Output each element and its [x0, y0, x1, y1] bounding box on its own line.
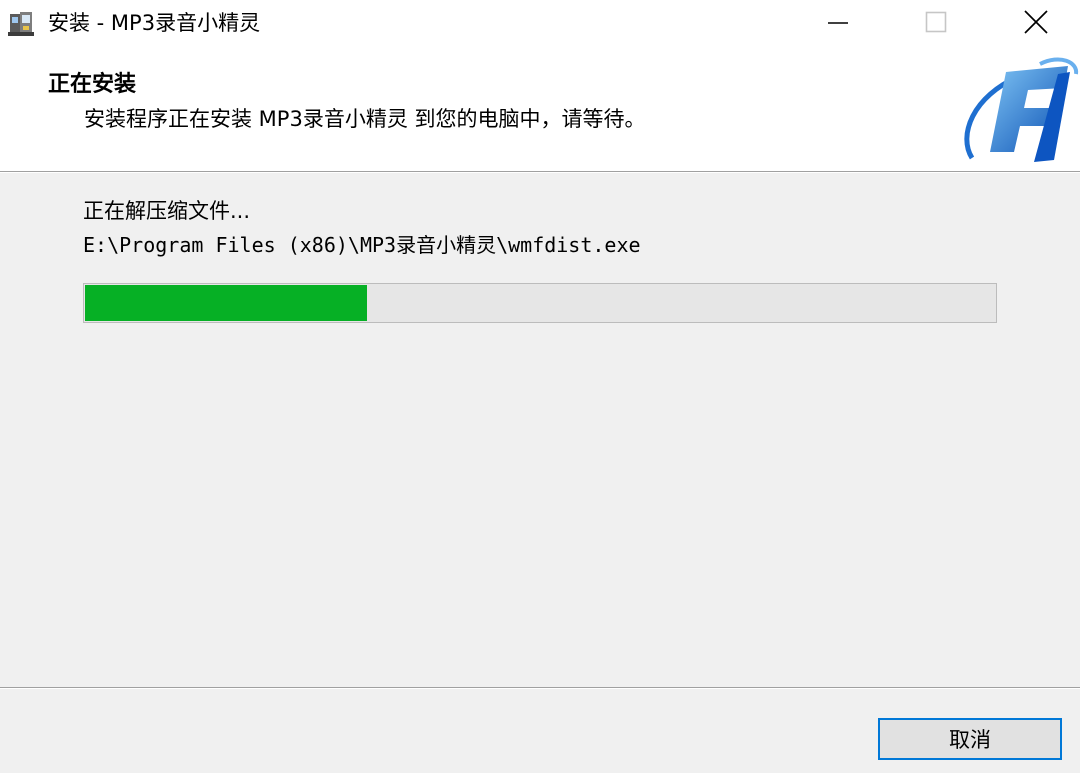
wizard-header: 正在安装 安装程序正在安装 MP3录音小精灵 到您的电脑中，请等待。	[0, 48, 1080, 171]
maximize-button	[886, 0, 986, 48]
header-separator	[0, 171, 1080, 173]
installer-icon	[6, 8, 38, 40]
footer-separator	[0, 687, 1080, 689]
current-file-path: E:\Program Files (x86)\MP3录音小精灵\wmfdist.…	[83, 233, 641, 257]
progress-status: 正在解压缩文件...	[83, 199, 251, 223]
page-title: 正在安装	[48, 72, 137, 97]
window-title: 安装 - MP3录音小精灵	[48, 11, 261, 35]
close-icon	[1023, 9, 1049, 39]
cancel-button[interactable]: 取消	[878, 718, 1062, 760]
installer-window: 安装 - MP3录音小精灵 正在安装 安装程序正在安装 MP3录音小精灵 到您的…	[0, 0, 1080, 773]
minimize-button[interactable]	[788, 0, 888, 48]
progress-bar-fill	[85, 285, 367, 321]
brand-logo	[960, 56, 1080, 166]
title-bar[interactable]: 安装 - MP3录音小精灵	[0, 0, 1080, 48]
close-button[interactable]	[986, 0, 1080, 48]
page-subtitle: 安装程序正在安装 MP3录音小精灵 到您的电脑中，请等待。	[84, 107, 646, 131]
maximize-icon	[924, 10, 948, 38]
progress-bar	[83, 283, 997, 323]
minimize-icon	[826, 10, 850, 38]
